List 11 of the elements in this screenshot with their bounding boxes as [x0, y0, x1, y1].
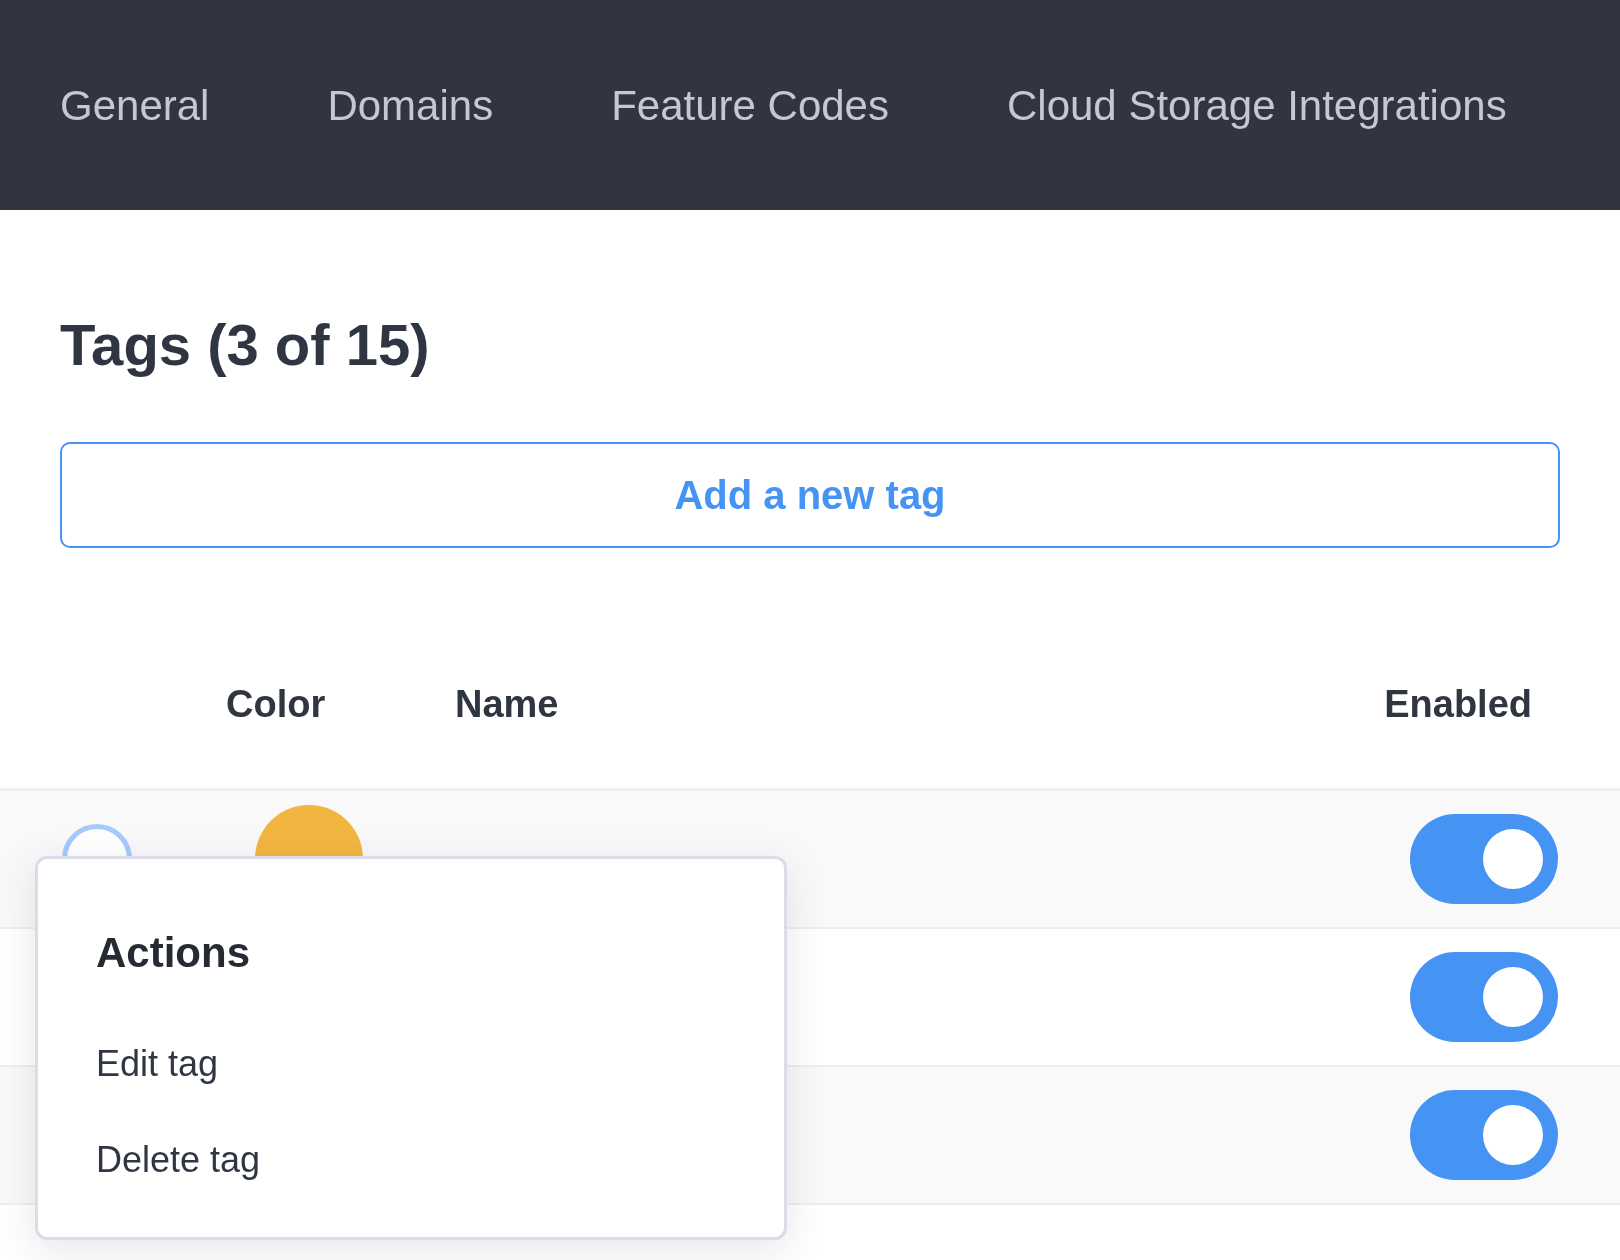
menu-title: Actions	[96, 928, 251, 978]
column-header: Enabled	[1384, 681, 1532, 727]
column-header: Name	[455, 681, 559, 727]
page-title: Tags (3 of 15)	[60, 311, 431, 379]
nav-tab[interactable]: General	[60, 73, 210, 137]
nav-tab[interactable]: Cloud Storage Integrations	[1007, 73, 1507, 137]
nav-tab[interactable]: Domains	[327, 73, 494, 137]
menu-item[interactable]: Edit tag	[96, 1046, 219, 1082]
menu-item[interactable]: Delete tag	[96, 1142, 261, 1178]
column-header: Color	[226, 681, 326, 727]
nav-tab[interactable]: Feature Codes	[611, 73, 889, 137]
